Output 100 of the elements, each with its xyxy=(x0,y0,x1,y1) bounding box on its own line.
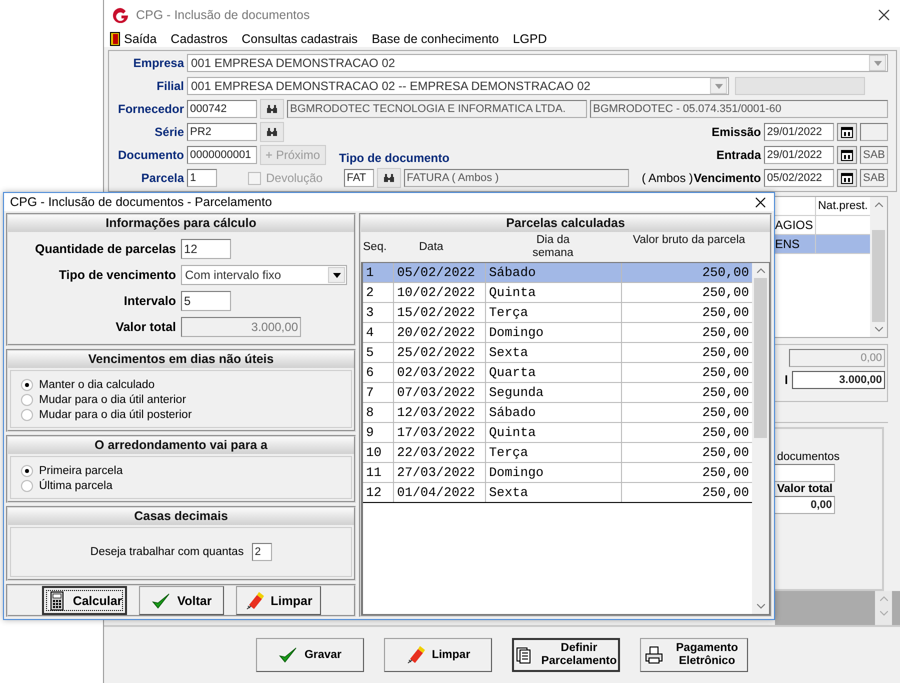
table-cell: Quarta xyxy=(486,363,622,382)
menu-item[interactable]: Consultas cadastrais xyxy=(242,32,358,46)
calendar-button[interactable] xyxy=(837,169,857,187)
radio-button[interactable] xyxy=(21,394,33,406)
dropdown-arrow-icon xyxy=(332,272,340,278)
action-button[interactable]: Definir Parcelamento xyxy=(512,638,620,672)
installment-row[interactable]: 6 02/03/2022 Quarta 250,00 xyxy=(363,363,752,383)
table-cell: 15/02/2022 xyxy=(394,303,486,322)
close-icon[interactable] xyxy=(878,9,890,21)
branch-dropdown[interactable]: 001 EMPRESA DEMONSTRACAO 02 -- EMPRESA DEMONSTRACAO 02 xyxy=(187,77,729,95)
table-cell-text: 250,00 xyxy=(701,364,750,382)
field-label: Parcela xyxy=(140,171,184,185)
field-label: documentos xyxy=(776,451,840,463)
radio-button[interactable] xyxy=(21,379,33,391)
date-field[interactable]: 05/02/2022 xyxy=(764,169,834,187)
action-button[interactable]: Voltar xyxy=(139,586,224,615)
radio-label[interactable]: Mudar para o dia útil anterior xyxy=(39,394,186,406)
menu-item[interactable]: Saída xyxy=(124,32,157,46)
installment-row[interactable]: 8 12/03/2022 Sábado 250,00 xyxy=(363,403,752,423)
action-button[interactable]: Limpar xyxy=(236,586,321,615)
table-cell: Terça xyxy=(486,303,622,322)
scroll-down-icon[interactable] xyxy=(874,327,882,332)
installment-row[interactable]: 7 07/03/2022 Segunda 250,00 xyxy=(363,383,752,403)
table-cell: Terça xyxy=(486,443,622,462)
table-cell-text: 250,00 xyxy=(701,484,750,502)
date-field[interactable]: 29/01/2022 xyxy=(764,123,834,141)
doc-type-name-field: FATURA ( Ambos ) xyxy=(404,169,629,187)
radio-label[interactable]: Manter o dia calculado xyxy=(39,379,155,391)
column-header: Nat.prest. xyxy=(817,199,869,214)
installment-row[interactable]: 5 25/02/2022 Sexta 250,00 xyxy=(363,343,752,363)
radio-button[interactable] xyxy=(21,480,33,492)
table-cell: 7 xyxy=(363,383,394,402)
doc-type-code-field[interactable]: FAT xyxy=(344,169,374,187)
field-label: Valor total xyxy=(776,483,833,495)
decimals-field[interactable]: 2 xyxy=(252,543,272,561)
menu-item[interactable]: LGPD xyxy=(512,32,547,46)
table-cell: 22/03/2022 xyxy=(394,443,486,462)
installment-field[interactable]: 1 xyxy=(187,169,217,187)
radio-label[interactable]: Mudar para o dia útil posterior xyxy=(39,409,192,421)
search-button[interactable] xyxy=(260,122,284,142)
action-button[interactable]: Calcular xyxy=(42,586,127,615)
installment-row[interactable]: 9 17/03/2022 Quinta 250,00 xyxy=(363,423,752,443)
table-cell-text: 250,00 xyxy=(701,444,750,462)
printer-icon xyxy=(644,645,664,665)
radio-label[interactable]: Primeira parcela xyxy=(39,465,123,477)
table-cell: 8 xyxy=(363,403,394,422)
document-field[interactable]: 0000000001 xyxy=(187,146,257,164)
table-cell-text: 250,00 xyxy=(701,304,750,322)
search-button[interactable] xyxy=(376,168,401,188)
table-cell-text: 250,00 xyxy=(701,424,750,442)
documents-field xyxy=(775,464,835,482)
menu-item[interactable]: Base de conhecimento xyxy=(372,32,499,46)
series-field[interactable]: PR2 xyxy=(187,123,257,141)
number-field[interactable]: 12 xyxy=(181,239,231,259)
menu-item[interactable]: Cadastros xyxy=(170,32,228,46)
table-cell: Quinta xyxy=(486,423,622,442)
action-button[interactable]: Gravar xyxy=(256,638,364,672)
installment-row[interactable]: 10 22/03/2022 Terça 250,00 xyxy=(363,443,752,463)
scroll-up-icon[interactable] xyxy=(756,268,764,273)
calendar-button[interactable] xyxy=(837,123,857,141)
column-header: Valor bruto da parcela xyxy=(632,233,746,246)
field-label: Tipo de documento xyxy=(339,151,450,165)
table-cell: Segunda xyxy=(486,383,622,402)
table-cell: 05/02/2022 xyxy=(394,263,486,282)
scrollbar[interactable] xyxy=(752,263,769,614)
column-header: Seq. xyxy=(362,240,388,255)
calendar-button[interactable] xyxy=(837,146,857,164)
window-title: CPG - Inclusão de documentos xyxy=(136,8,311,22)
scrollbar[interactable] xyxy=(870,197,887,337)
supplier-name-field: BGMRODOTEC TECNOLOGIA E INFORMATICA LTDA. xyxy=(287,100,587,118)
action-button[interactable]: Limpar xyxy=(384,638,492,672)
scroll-up-icon[interactable] xyxy=(874,202,882,207)
table-cell: 5 xyxy=(363,343,394,362)
installment-row[interactable]: 11 27/03/2022 Domingo 250,00 xyxy=(363,463,752,483)
radio-button[interactable] xyxy=(21,465,33,477)
table-cell-text: 250,00 xyxy=(701,384,750,402)
table-cell: 17/03/2022 xyxy=(394,423,486,442)
amount-field: 0,00 xyxy=(789,349,885,367)
supplier-code-field[interactable]: 000742 xyxy=(187,100,257,118)
checkmark-icon xyxy=(278,645,298,665)
close-icon[interactable] xyxy=(755,196,766,208)
date-field[interactable]: 29/01/2022 xyxy=(764,146,834,164)
table-cell: 27/03/2022 xyxy=(394,463,486,482)
radio-button[interactable] xyxy=(21,409,33,421)
installment-row[interactable]: 12 01/04/2022 Sexta 250,00 xyxy=(363,483,752,503)
eraser-icon xyxy=(406,645,426,665)
action-button[interactable]: Pagamento Eletrônico xyxy=(640,638,748,672)
installment-row[interactable]: 4 20/02/2022 Domingo 250,00 xyxy=(363,323,752,343)
company-dropdown[interactable]: 001 EMPRESA DEMONSTRACAO 02 xyxy=(187,54,888,72)
search-button[interactable] xyxy=(260,99,284,119)
due-type-dropdown[interactable]: Com intervalo fixo xyxy=(181,265,347,285)
installment-row[interactable]: 3 15/02/2022 Terça 250,00 xyxy=(363,303,752,323)
table-cell: Quinta xyxy=(486,283,622,302)
radio-label[interactable]: Última parcela xyxy=(39,480,112,492)
scroll-down-icon[interactable] xyxy=(756,604,764,609)
number-field[interactable]: 5 xyxy=(181,291,231,311)
table-cell: 9 xyxy=(363,423,394,442)
installment-row[interactable]: 2 10/02/2022 Quinta 250,00 xyxy=(363,283,752,303)
exit-door-icon xyxy=(110,32,120,46)
installment-row[interactable]: 1 05/02/2022 Sábado 250,00 xyxy=(363,263,752,283)
